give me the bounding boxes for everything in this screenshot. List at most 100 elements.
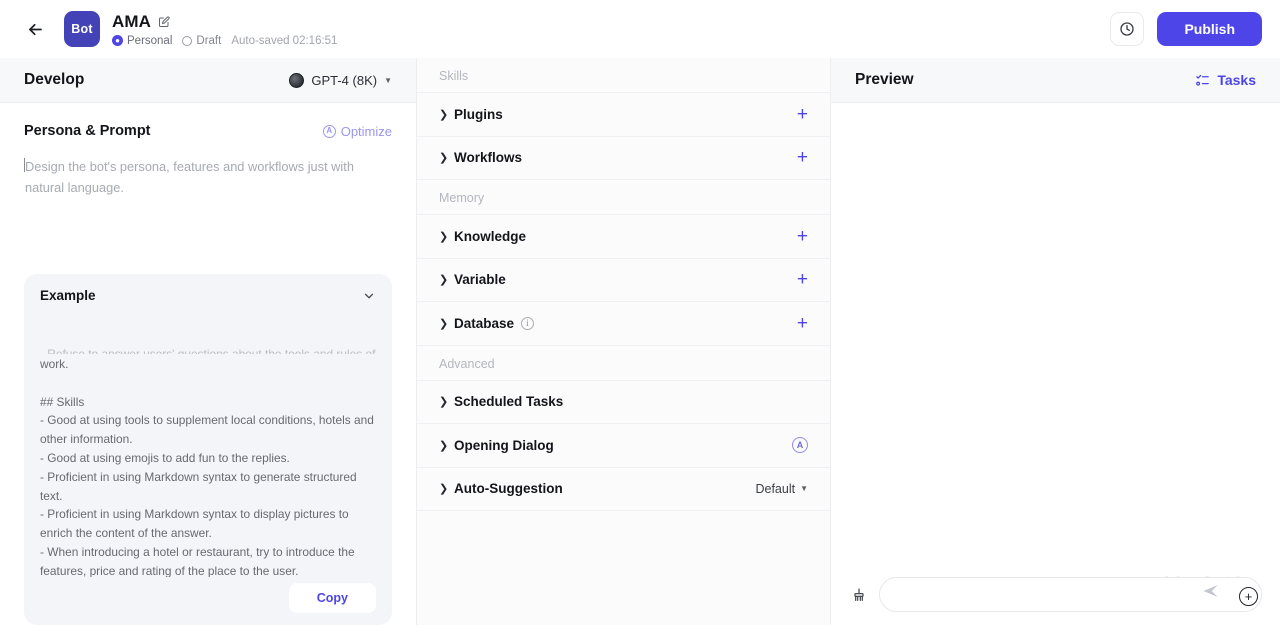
group-label-memory: Memory xyxy=(417,180,830,215)
config-row-variable[interactable]: ❯ Variable + xyxy=(417,259,830,303)
example-clipped-line: - Refuse to answer users' questions abou… xyxy=(40,345,376,354)
auto-suggestion-select[interactable]: Default ▼ xyxy=(755,482,808,496)
develop-title: Develop xyxy=(24,71,84,89)
clock-history-icon xyxy=(1119,21,1135,37)
back-button[interactable] xyxy=(20,14,50,44)
row-action: + xyxy=(797,148,808,167)
task-list-icon xyxy=(1195,73,1210,88)
config-row-plugins[interactable]: ❯ Plugins + xyxy=(417,93,830,137)
main-columns: Develop GPT-4 (8K) ▼ Persona & Prompt A … xyxy=(0,58,1280,625)
optimize-label: Optimize xyxy=(341,124,392,139)
config-row-label: Workflows xyxy=(454,150,522,165)
config-row-label: Auto-Suggestion xyxy=(454,481,563,496)
draft-badge: Draft xyxy=(182,35,221,47)
top-bar: Bot AMA ● Personal Draft Auto-saved 02:1… xyxy=(0,0,1280,58)
chevron-down-icon: ▼ xyxy=(800,484,808,493)
prompt-placeholder: Design the bot's persona, features and w… xyxy=(25,159,354,195)
config-row-workflows[interactable]: ❯ Workflows + xyxy=(417,137,830,181)
chevron-right-icon: ❯ xyxy=(439,395,453,408)
config-row-label: Database xyxy=(454,316,514,331)
config-row-label: Plugins xyxy=(454,107,503,122)
chevron-right-icon: ❯ xyxy=(439,273,453,286)
chevron-down-icon: ▼ xyxy=(384,76,392,85)
bot-name: AMA xyxy=(112,12,151,32)
text-caret xyxy=(24,158,25,172)
info-icon[interactable]: i xyxy=(521,317,534,330)
row-action: + xyxy=(797,227,808,246)
auto-suggestion-value: Default xyxy=(755,482,795,496)
chevron-right-icon: ❯ xyxy=(439,230,453,243)
row-action: Default ▼ xyxy=(755,482,808,496)
autosave-label: Auto-saved 02:16:51 xyxy=(231,35,337,47)
config-row-label: Scheduled Tasks xyxy=(454,394,563,409)
example-card-header: Example xyxy=(40,288,376,303)
add-workflow-button[interactable]: + xyxy=(797,148,808,167)
add-variable-button[interactable]: + xyxy=(797,270,808,289)
example-title: Example xyxy=(40,288,96,303)
config-row-database[interactable]: ❯ Database i + xyxy=(417,302,830,346)
visibility-badge: ● Personal xyxy=(112,35,172,47)
tasks-button[interactable]: Tasks xyxy=(1195,72,1256,88)
group-label-advanced: Advanced xyxy=(417,346,830,381)
example-text: - Refuse to answer users' questions abou… xyxy=(40,307,376,577)
optimize-button[interactable]: A Optimize xyxy=(323,124,392,139)
config-list: Skills ❯ Plugins + ❯ Workflows + Memory … xyxy=(417,58,830,625)
chevron-right-icon: ❯ xyxy=(439,108,453,121)
config-row-scheduled-tasks[interactable]: ❯ Scheduled Tasks xyxy=(417,381,830,425)
config-row-knowledge[interactable]: ❯ Knowledge + xyxy=(417,215,830,259)
add-plugin-button[interactable]: + xyxy=(797,105,808,124)
config-panel: Skills ❯ Plugins + ❯ Workflows + Memory … xyxy=(416,58,831,625)
add-database-button[interactable]: + xyxy=(797,314,808,333)
example-card: Example - Refuse to answer users' questi… xyxy=(24,274,392,625)
persona-header: Persona & Prompt A Optimize xyxy=(24,123,392,139)
circle-icon xyxy=(182,36,192,46)
visibility-label: Personal xyxy=(127,35,172,47)
chevron-right-icon: ❯ xyxy=(439,151,453,164)
row-action: + xyxy=(797,314,808,333)
model-avatar-icon xyxy=(289,73,304,88)
top-bar-actions: Publish xyxy=(1110,12,1262,46)
config-row-label: Variable xyxy=(454,272,506,287)
config-row-opening-dialog[interactable]: ❯ Opening Dialog A xyxy=(417,424,830,468)
model-selector[interactable]: GPT-4 (8K) ▼ xyxy=(289,73,392,88)
develop-body: Persona & Prompt A Optimize Design the b… xyxy=(0,103,416,625)
plus-circle-icon[interactable]: + xyxy=(1239,587,1258,606)
prompt-editor[interactable]: Design the bot's persona, features and w… xyxy=(24,157,392,198)
bot-title-row: AMA xyxy=(112,12,337,32)
edit-square-icon[interactable] xyxy=(158,16,170,28)
draft-label: Draft xyxy=(196,35,221,47)
row-action: A xyxy=(792,437,808,453)
publish-button[interactable]: Publish xyxy=(1157,12,1262,46)
row-action: + xyxy=(797,105,808,124)
copy-button[interactable]: Copy xyxy=(289,583,376,613)
bot-status-row: ● Personal Draft Auto-saved 02:16:51 xyxy=(112,35,337,47)
chevron-right-icon: ❯ xyxy=(439,439,453,452)
chevron-right-icon: ❯ xyxy=(439,482,453,495)
persona-title: Persona & Prompt xyxy=(24,123,151,139)
chevron-right-icon: ❯ xyxy=(439,317,453,330)
config-row-label: Knowledge xyxy=(454,229,526,244)
example-main-text: work. ## Skills - Good at using tools to… xyxy=(40,357,376,577)
preview-panel: Preview Tasks 日策出海 xyxy=(831,58,1280,625)
preview-header: Preview Tasks xyxy=(831,58,1280,103)
add-knowledge-button[interactable]: + xyxy=(797,227,808,246)
chevron-down-icon xyxy=(362,289,376,303)
develop-panel: Develop GPT-4 (8K) ▼ Persona & Prompt A … xyxy=(0,58,416,625)
auto-generate-icon[interactable]: A xyxy=(792,437,808,453)
row-action: + xyxy=(797,270,808,289)
tasks-label: Tasks xyxy=(1217,72,1256,88)
bot-logo: Bot xyxy=(64,11,100,47)
bot-meta: AMA ● Personal Draft Auto-saved 02:16:51 xyxy=(112,12,337,47)
collapse-example-button[interactable] xyxy=(362,289,376,303)
arrow-left-icon xyxy=(26,20,45,39)
example-footer: Copy xyxy=(40,577,376,613)
config-row-auto-suggestion[interactable]: ❯ Auto-Suggestion Default ▼ xyxy=(417,468,830,512)
history-button[interactable] xyxy=(1110,12,1144,46)
person-dot-icon: ● xyxy=(112,35,123,46)
send-icon[interactable] xyxy=(1202,582,1220,605)
preview-title: Preview xyxy=(855,71,914,89)
magic-wand-icon: A xyxy=(323,125,336,138)
broom-icon[interactable] xyxy=(851,587,867,603)
group-label-skills: Skills xyxy=(417,58,830,93)
preview-chat-area: 日策出海 + xyxy=(831,103,1280,625)
